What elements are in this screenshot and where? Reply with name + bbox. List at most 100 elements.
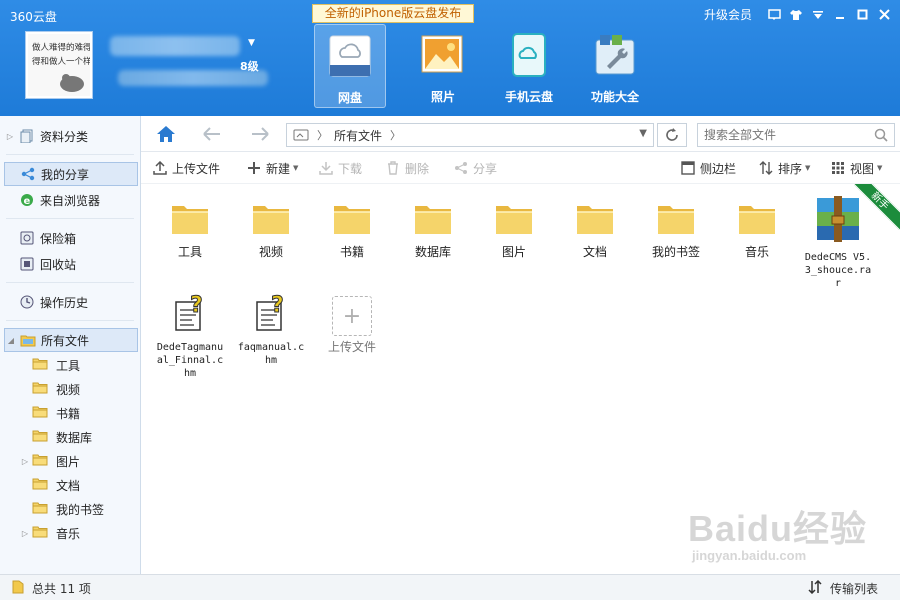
sidebar-toggle-button[interactable]: 侧边栏 <box>681 159 736 177</box>
folder-icon <box>32 381 50 397</box>
main-nav: 网盘 照片 手机云盘 功能大全 <box>314 24 658 108</box>
file-name: 书籍 <box>339 245 364 259</box>
new-user-ribbon: 新手 <box>854 184 900 230</box>
forward-icon[interactable] <box>249 124 271 144</box>
sidebar-item-label: 保险箱 <box>40 231 77 246</box>
sidebar-folder-label: 图片 <box>56 454 81 469</box>
sidebar-folder-label: 文档 <box>56 478 81 493</box>
close-icon[interactable] <box>876 7 892 23</box>
sidebar-folder-item[interactable]: 书籍 <box>18 402 138 424</box>
file-name: 我的书签 <box>651 245 700 259</box>
tab-cloud-drive-label: 网盘 <box>337 91 362 105</box>
sidebar-folder-item[interactable]: 工具 <box>18 354 138 376</box>
item-count: 总共 11 项 <box>12 580 91 597</box>
new-label: 新建 <box>266 161 291 176</box>
transfer-list-button[interactable]: 传输列表 <box>808 579 878 597</box>
folder-item[interactable]: 图片 <box>479 198 549 259</box>
expand-arrow-icon[interactable]: ▷ <box>18 529 32 538</box>
tab-toolbox[interactable]: 功能大全 <box>572 24 658 108</box>
minimize-icon[interactable] <box>832 7 848 23</box>
folder-item[interactable]: 音乐 <box>722 198 792 259</box>
folder-item[interactable]: 我的书签 <box>641 198 711 259</box>
breadcrumb-separator[interactable]: 〉 <box>390 127 401 143</box>
sidebar-item-label: 回收站 <box>40 257 77 272</box>
username-blurred <box>110 36 240 56</box>
tab-mobile-cloud-label: 手机云盘 <box>504 90 553 104</box>
upload-label: 上传文件 <box>172 161 221 176</box>
upload-file-tile[interactable]: + 上传文件 <box>317 290 387 354</box>
sidebar-item-from-browser[interactable]: e 来自浏览器 <box>4 188 138 212</box>
sidebar-item-safe[interactable]: 保险箱 <box>4 226 138 250</box>
divider <box>6 218 134 219</box>
promo-banner[interactable]: 全新的iPhone版云盘发布 <box>312 4 474 23</box>
sidebar-item-my-share[interactable]: 我的分享 <box>4 162 138 186</box>
folder-icon <box>32 477 50 493</box>
back-icon[interactable] <box>201 124 223 144</box>
transfer-icon <box>808 579 822 597</box>
sidebar-folder-item[interactable]: 文档 <box>18 474 138 496</box>
folder-item[interactable]: 视频 <box>236 198 306 259</box>
address-box[interactable]: 〉 所有文件 〉 ▼ <box>286 123 654 147</box>
cloud-drive-icon <box>329 35 371 77</box>
maximize-icon[interactable] <box>854 7 870 23</box>
sidebar-item-recycle-bin[interactable]: 回收站 <box>4 252 138 276</box>
svg-text:?: ? <box>190 293 203 318</box>
user-dropdown-icon[interactable]: ▼ <box>248 38 255 48</box>
skin-icon[interactable] <box>788 7 804 23</box>
sidebar-item-categories[interactable]: ▷ 资料分类 <box>4 124 138 148</box>
upload-button[interactable]: 上传文件 <box>153 159 220 177</box>
folder-item[interactable]: 文档 <box>560 198 630 259</box>
tab-cloud-drive[interactable]: 网盘 <box>314 24 386 108</box>
tab-photos[interactable]: 照片 <box>400 24 486 108</box>
app-title: 360云盘 <box>10 10 57 24</box>
view-button[interactable]: 视图 ▼ <box>831 159 882 177</box>
share-button[interactable]: 分享 <box>454 159 497 177</box>
share-label: 分享 <box>473 161 498 176</box>
drive-icon <box>287 129 315 141</box>
expand-arrow-icon[interactable]: ▷ <box>4 132 16 141</box>
sidebar-folder-label: 书籍 <box>56 406 81 421</box>
home-icon[interactable] <box>155 124 177 144</box>
sidebar-icon <box>681 161 695 175</box>
menu-dropdown-icon[interactable] <box>810 7 826 23</box>
tab-mobile-cloud[interactable]: 手机云盘 <box>486 24 572 108</box>
download-button[interactable]: 下载 <box>319 159 362 177</box>
folder-icon <box>32 429 50 445</box>
search-input[interactable] <box>698 124 858 146</box>
file-item[interactable]: ? faqmanual.chm <box>236 290 306 367</box>
window-controls: 升级会员 <box>704 6 892 23</box>
sidebar-folder-item[interactable]: 我的书签 <box>18 498 138 520</box>
search-icon[interactable] <box>874 128 888 145</box>
sidebar-folder-item[interactable]: ▷ 图片 <box>18 450 138 472</box>
mobile-cloud-icon <box>512 33 546 77</box>
search-box <box>697 123 895 147</box>
toolbar: 上传文件 新建 ▼ 下载 删除 分享 侧边栏 排序 ▼ 视图 ▼ <box>141 152 900 184</box>
sidebar-folder-item[interactable]: 视频 <box>18 378 138 400</box>
message-icon[interactable] <box>766 7 782 23</box>
refresh-button[interactable] <box>657 123 687 147</box>
folder-icon <box>656 198 696 241</box>
expand-arrow-icon[interactable]: ▷ <box>18 457 32 466</box>
breadcrumb-all-files[interactable]: 所有文件 <box>334 127 382 144</box>
upgrade-link[interactable]: 升级会员 <box>704 6 752 23</box>
delete-button[interactable]: 删除 <box>386 159 429 177</box>
new-button[interactable]: 新建 ▼ <box>247 159 298 177</box>
avatar-text-line2: 得和做人一个样 <box>32 56 90 67</box>
sidebar-item-all-files[interactable]: ◢ 所有文件 <box>4 328 138 352</box>
sidebar-folder-item[interactable]: ▷ 音乐 <box>18 522 138 544</box>
address-row: 〉 所有文件 〉 ▼ <box>141 116 900 152</box>
folder-item[interactable]: 书籍 <box>317 198 387 259</box>
sidebar-item-history[interactable]: 操作历史 <box>4 290 138 314</box>
title-bar: 360云盘 全新的iPhone版云盘发布 升级会员 做人难得的难得 得和做人一个… <box>0 0 900 116</box>
folder-item[interactable]: 数据库 <box>398 198 468 259</box>
sidebar-folder-item[interactable]: 数据库 <box>18 426 138 448</box>
sort-button[interactable]: 排序 ▼ <box>759 159 810 177</box>
folder-icon <box>32 357 50 373</box>
avatar[interactable]: 做人难得的难得 得和做人一个样 <box>26 32 92 98</box>
file-item[interactable]: ? DedeTagmanual_Finnal.chm <box>155 290 225 380</box>
collapse-arrow-icon[interactable]: ◢ <box>5 336 17 345</box>
file-name: DedeTagmanual_Finnal.chm <box>156 342 224 379</box>
address-dropdown-icon[interactable]: ▼ <box>639 128 647 139</box>
folder-icon <box>32 405 50 421</box>
folder-item[interactable]: 工具 <box>155 198 225 259</box>
